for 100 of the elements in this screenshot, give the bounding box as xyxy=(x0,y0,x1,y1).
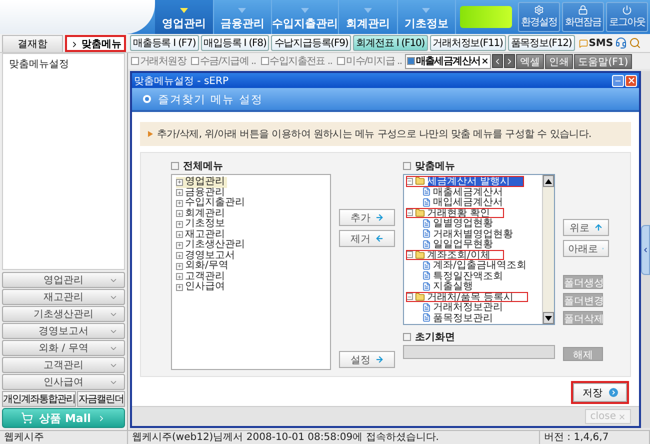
menu-item[interactable]: 인사급여 xyxy=(176,282,227,292)
field-label: 초기화면 xyxy=(403,330,555,343)
window-tab[interactable]: 거래처원장 xyxy=(129,54,188,68)
close-icon[interactable] xyxy=(481,57,490,65)
arrow-up-icon xyxy=(545,178,552,184)
search-icon[interactable] xyxy=(629,37,642,49)
headset-icon[interactable] xyxy=(615,37,628,49)
next-button[interactable] xyxy=(504,54,516,68)
caret-icon xyxy=(422,8,430,13)
expand-icon[interactable] xyxy=(176,231,183,238)
tree-item[interactable]: 거래처별영업현황 xyxy=(406,228,540,239)
accordion-button[interactable]: 재고관리 xyxy=(2,289,125,305)
shortcut-button[interactable]: 수납지급등록(F9) xyxy=(271,35,352,51)
collapse-icon[interactable] xyxy=(406,209,413,216)
tree-item[interactable]: 품목정보관리 xyxy=(406,312,540,323)
sms-button[interactable]: SMS xyxy=(578,38,614,48)
utility-button[interactable]: 로그아웃 xyxy=(606,2,648,32)
shortcut-button[interactable]: 매입등록 I (F8) xyxy=(200,35,270,51)
expand-icon[interactable] xyxy=(176,252,183,260)
tree-item[interactable]: 매입세금계산서 xyxy=(406,197,540,208)
shortcut-button[interactable]: 거래처정보(F11) xyxy=(430,35,506,51)
tool-button[interactable]: 엑셀 xyxy=(516,54,544,68)
expand-icon[interactable] xyxy=(176,178,183,186)
expand-icon[interactable] xyxy=(176,242,183,249)
list-label: 맞춤메뉴 xyxy=(403,159,555,172)
window-tab[interactable]: 수입지출전표 .. xyxy=(258,54,334,68)
menu-item[interactable]: 경영보고서 xyxy=(176,250,237,261)
shortcut-button[interactable]: 매출등록 I (F7) xyxy=(130,35,199,51)
utility-button[interactable]: 화면잠금 xyxy=(562,2,604,32)
status-user: 웹케시주 xyxy=(0,431,128,444)
collapse-icon[interactable] xyxy=(406,293,413,300)
menu-item[interactable]: 기초정보 xyxy=(176,219,227,230)
menu-item[interactable]: 재고관리 xyxy=(176,230,227,240)
tree-item[interactable]: 특정일잔액조회 xyxy=(406,270,540,281)
tree-item[interactable]: 지출실행 xyxy=(406,281,540,292)
menu-tab[interactable]: 영업관리 xyxy=(155,0,214,34)
tree-item[interactable]: 맞춤메뉴설정 xyxy=(9,57,118,71)
shortcut-button[interactable]: 품목정보(F12) xyxy=(508,35,575,51)
settings-icon xyxy=(534,5,544,15)
start-page-field[interactable] xyxy=(403,345,555,359)
set-button[interactable]: 설정 xyxy=(339,351,395,368)
close-icon xyxy=(626,76,636,85)
shortcut-button[interactable]: 회계전표 I (F10) xyxy=(353,35,428,51)
collapse-icon[interactable] xyxy=(406,178,413,185)
arrow-right-icon xyxy=(374,355,384,364)
side-tab[interactable]: 맞춤메뉴 xyxy=(65,35,126,52)
folder-item[interactable]: 세금계산서 발행시 xyxy=(406,176,524,186)
scroll-up-button[interactable] xyxy=(543,175,554,187)
menu-item[interactable]: 외화/무역 xyxy=(176,261,230,272)
link-button[interactable]: 자금캘린더 xyxy=(77,391,125,407)
expand-icon[interactable] xyxy=(176,273,183,280)
arrow-right-icon xyxy=(374,213,384,222)
expand-icon[interactable] xyxy=(176,220,183,228)
move-button[interactable]: 추가 xyxy=(339,209,395,226)
collapse-handle[interactable] xyxy=(641,224,650,274)
expand-icon[interactable] xyxy=(176,210,183,218)
expand-icon[interactable] xyxy=(176,262,183,270)
accordion-button[interactable]: 고객관리 xyxy=(2,357,125,373)
side-tab[interactable]: 결재함 xyxy=(2,35,63,52)
tool-button[interactable]: 도움말(F1) xyxy=(574,54,632,68)
link-button[interactable]: 개인계좌통합관리 xyxy=(2,391,76,407)
menu-item[interactable]: 기초생산관리 xyxy=(176,240,247,250)
menu-item[interactable]: 고객관리 xyxy=(176,272,227,282)
accordion-button[interactable]: 인사급여 xyxy=(2,374,125,390)
scroll-down-button[interactable] xyxy=(543,312,554,324)
tree-item[interactable]: 매출세금계산서 xyxy=(406,186,540,197)
menu-item[interactable]: 회계관리 xyxy=(176,208,227,219)
menu-item[interactable]: 영업관리 xyxy=(176,177,227,188)
save-button[interactable]: 저장 xyxy=(573,383,627,402)
folder-item[interactable]: 계좌조회/이체 xyxy=(406,250,504,260)
close-button[interactable] xyxy=(625,74,637,86)
minimize-button[interactable] xyxy=(612,74,624,86)
bullet-icon xyxy=(171,162,179,170)
scrollbar[interactable] xyxy=(542,175,554,324)
accordion-button[interactable]: 경영보고서 xyxy=(2,323,125,339)
tree-item[interactable]: 계좌/입출금내역조회 xyxy=(406,260,540,270)
order-button[interactable]: 아래로 xyxy=(563,240,609,257)
window-tab[interactable]: 매출세금계산서 xyxy=(404,54,492,68)
bullet-icon xyxy=(403,162,411,170)
previous-button[interactable] xyxy=(492,54,504,68)
tool-button[interactable]: 인쇄 xyxy=(545,54,574,68)
expand-icon[interactable] xyxy=(176,200,183,207)
menu-item[interactable]: 금융관리 xyxy=(176,188,227,198)
window-tab[interactable]: 미수/미지급 .. xyxy=(335,54,404,68)
section-heading: 즐겨찾기 메뉴 설정 xyxy=(158,92,263,106)
bullet-icon xyxy=(148,131,153,137)
expand-icon[interactable] xyxy=(176,284,183,291)
accordion-button[interactable]: 영업관리 xyxy=(2,272,125,288)
tree-item[interactable]: 일일업무현황 xyxy=(406,239,540,250)
tree-item[interactable]: 거래처정보관리 xyxy=(406,302,540,312)
expand-icon[interactable] xyxy=(176,189,183,196)
accordion-button[interactable]: 기초생산관리 xyxy=(2,306,125,322)
window-tab[interactable]: 수금/지급예 .. xyxy=(189,54,258,68)
order-button[interactable]: 위로 xyxy=(563,219,609,236)
accordion-button[interactable]: 외화 / 무역 xyxy=(2,340,125,356)
menu-item[interactable]: 수입지출관리 xyxy=(176,198,247,208)
utility-button[interactable]: 환경설정 xyxy=(518,2,560,32)
tree-item[interactable]: 일별영업현황 xyxy=(406,218,540,228)
collapse-icon[interactable] xyxy=(406,251,413,258)
move-button[interactable]: 제거 xyxy=(339,230,395,247)
